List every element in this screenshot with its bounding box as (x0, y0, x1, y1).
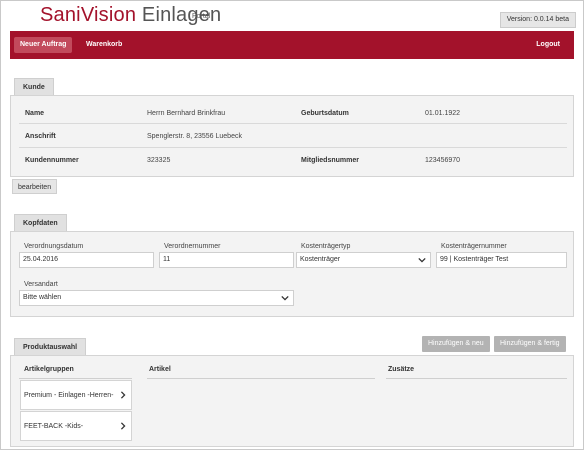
prescription-date-label: Verordnungsdatum (24, 243, 84, 250)
name-label: Name (25, 110, 45, 117)
payer-type-value: Kostenträger (300, 256, 341, 263)
customer-no-label: Kundennummer (25, 157, 79, 164)
dob-value: 01.01.1922 (425, 110, 461, 117)
list-item[interactable]: FEET-BACK -Kids- (20, 411, 132, 441)
divider (19, 378, 132, 379)
column-article: Artikel (149, 366, 171, 373)
name-value: Herrn Bernhard Brinkfrau (147, 110, 226, 117)
logout-button[interactable]: Logout (530, 37, 566, 53)
column-article-groups: Artikelgruppen (24, 366, 74, 373)
payer-no-label: Kostenträgernummer (441, 243, 507, 250)
address-label: Anschrift (25, 133, 56, 140)
header-data-panel: Verordnungsdatum 25.04.2016 Verordnernum… (10, 231, 574, 317)
customer-no-value: 323325 (147, 157, 171, 164)
dob-label: Geburtsdatum (301, 110, 349, 117)
shipping-select[interactable]: Bitte wählen (19, 290, 294, 306)
brand-primary: SaniVision (40, 4, 137, 26)
payer-type-select[interactable]: Kostenträger (296, 252, 431, 268)
version-badge: Version: 0.0.14 beta (499, 12, 576, 28)
prescription-no-field[interactable]: 11 (159, 252, 294, 268)
group-label: Premium - Einlagen -Herren- (24, 392, 114, 399)
member-no-label: Mitgliedsnummer (301, 157, 359, 164)
add-and-finish-button[interactable]: Hinzufügen & fertig (494, 336, 566, 352)
nav-cart[interactable]: Warenkorb (80, 37, 128, 53)
column-extras: Zusätze (388, 366, 415, 373)
tab-customer: Kunde (14, 78, 54, 95)
divider (147, 378, 375, 379)
add-and-new-button[interactable]: Hinzufügen & neu (422, 336, 490, 352)
chevron-right-icon (120, 422, 126, 430)
chevron-down-icon (281, 295, 289, 301)
payer-type-label: Kostenträgertyp (301, 243, 351, 250)
divider (386, 378, 567, 379)
chevron-down-icon (418, 257, 426, 263)
divider (19, 147, 567, 148)
address-value: Spenglerstr. 8, 23556 Luebeck (147, 133, 242, 140)
group-label: FEET-BACK -Kids- (24, 423, 84, 430)
member-no-value: 123456970 (425, 157, 461, 164)
list-item[interactable]: Premium - Einlagen -Herren- (20, 380, 132, 410)
shipping-value: Bitte wählen (23, 294, 62, 301)
prescription-no-label: Verordnernummer (164, 243, 221, 250)
customer-panel: Name Herrn Bernhard Brinkfrau Geburtsdat… (10, 95, 574, 177)
prescription-date-field[interactable]: 25.04.2016 (19, 252, 154, 268)
edit-customer-button[interactable]: bearbeiten (12, 179, 58, 194)
header: SaniVision Einlagen Portal Version: 0.0.… (0, 0, 584, 30)
payer-no-field[interactable]: 99 | Kostenträger Test (436, 252, 567, 268)
tab-product-selection: Produktauswahl (14, 338, 87, 355)
brand-suffix: Portal (192, 13, 211, 20)
divider (19, 123, 567, 124)
main-navbar: Neuer Auftrag Warenkorb Logout (10, 31, 574, 59)
tab-header-data: Kopfdaten (14, 214, 67, 231)
chevron-right-icon (120, 391, 126, 399)
shipping-label: Versandart (24, 281, 58, 288)
nav-new-order[interactable]: Neuer Auftrag (14, 37, 73, 53)
